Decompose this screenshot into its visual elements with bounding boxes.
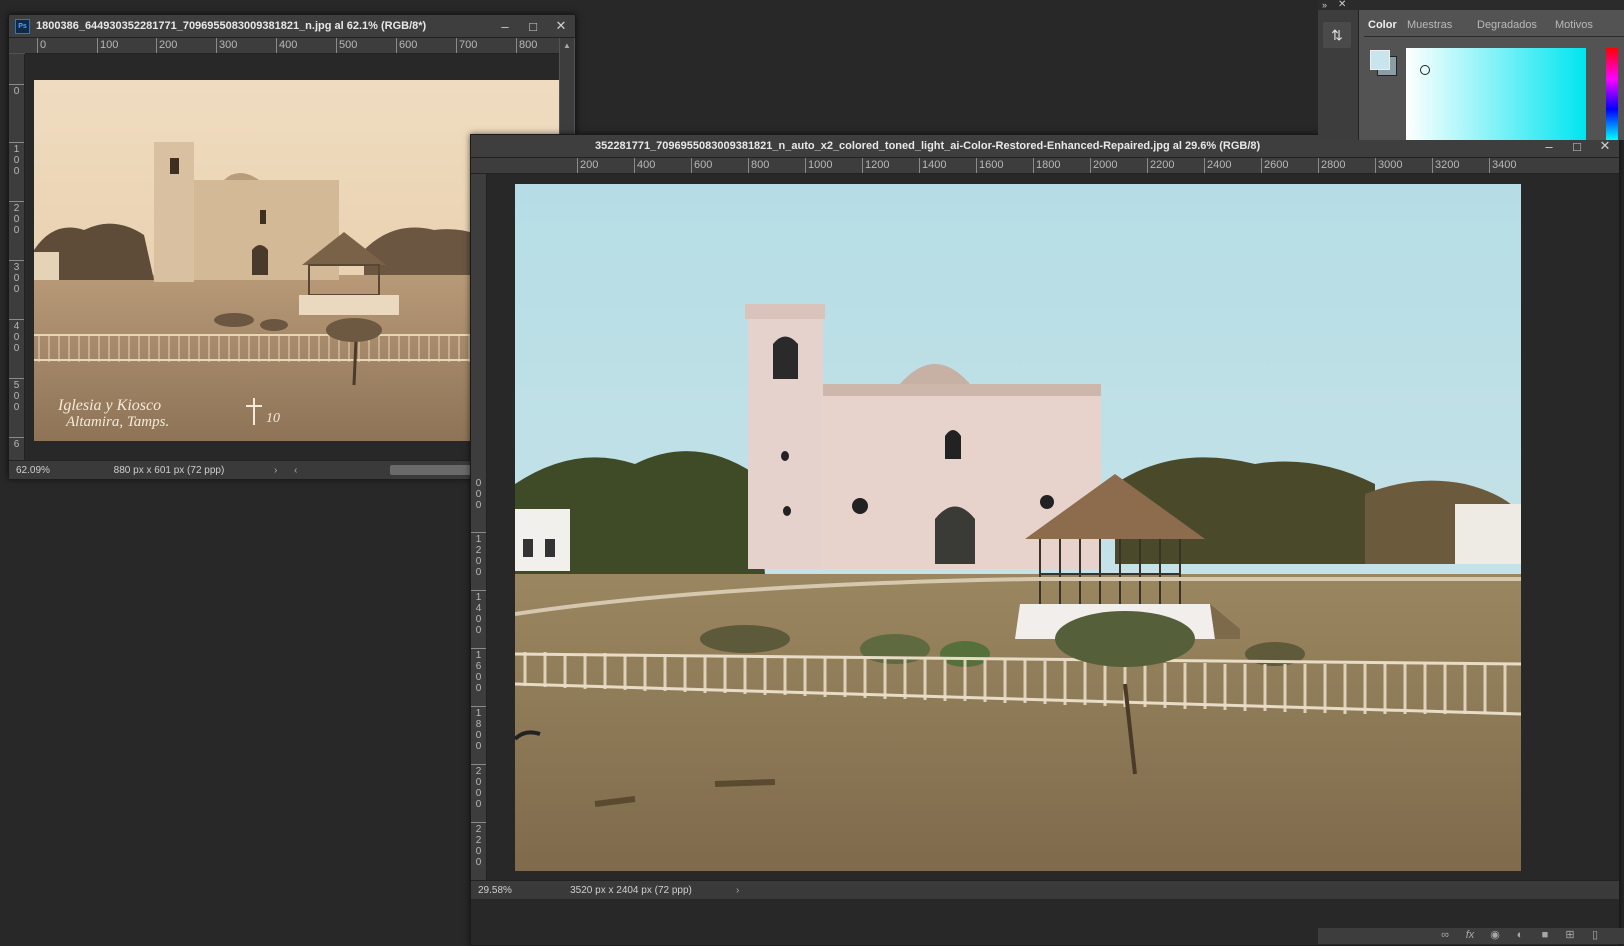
left-vertical-ruler[interactable]: 0 1 0 0 2 0 0 3 0 0 4 0 0 5 0 0 6	[9, 54, 25, 460]
ruler-label: 1 0 0	[13, 144, 20, 177]
foreground-color-swatch[interactable]	[1370, 50, 1390, 70]
ruler-label: 4 0 0	[13, 321, 20, 354]
tab-degradados[interactable]: Degradados	[1477, 14, 1537, 36]
right-canvas-area[interactable]	[487, 174, 1619, 926]
ruler-label: 100	[97, 38, 118, 53]
photo-number: 10	[266, 411, 280, 426]
ruler-label: 0	[37, 38, 46, 53]
ruler-label: 800	[748, 158, 769, 173]
ruler-label: 0 0 0	[475, 478, 482, 511]
minimize-icon[interactable]: –	[491, 15, 519, 37]
new-layer-icon[interactable]: ⊞	[1563, 929, 1577, 941]
ruler-label: 1800	[1033, 158, 1060, 173]
ruler-label: 2 0 0	[13, 203, 20, 236]
ruler-label: 3400	[1489, 158, 1516, 173]
scroll-up-icon[interactable]: ▲	[563, 41, 571, 50]
color-picker-field[interactable]	[1406, 48, 1586, 140]
document-info[interactable]: 3520 px x 2404 px (72 ppp)	[526, 885, 736, 896]
ruler-label: 1 2 0 0	[475, 534, 482, 578]
ruler-label: 2400	[1204, 158, 1231, 173]
ruler-label: 300	[216, 38, 237, 53]
trash-icon[interactable]: ▯	[1588, 929, 1602, 941]
ruler-label: 2200	[1147, 158, 1174, 173]
folder-icon[interactable]: ■	[1538, 929, 1552, 941]
panel-icon-strip: ⇅	[1318, 10, 1359, 140]
layers-bottom-toolbar: ∞ fx ◉ ◐ ■ ⊞ ▯	[1318, 928, 1624, 944]
fx-icon[interactable]: fx	[1463, 929, 1477, 941]
ruler-label: 500	[336, 38, 357, 53]
ruler-label: 3 0 0	[13, 262, 20, 295]
ruler-label: 600	[396, 38, 417, 53]
ruler-label: 200	[577, 158, 598, 173]
left-window-titlebar[interactable]: Ps 1800386_644930352281771_7096955083009…	[9, 15, 575, 38]
ruler-label: 400	[276, 38, 297, 53]
left-window-title: 1800386_644930352281771_7096955083009381…	[36, 20, 427, 32]
ruler-label: 1400	[919, 158, 946, 173]
ruler-label: 2600	[1261, 158, 1288, 173]
close-icon[interactable]: ✕	[1338, 0, 1346, 10]
double-chevron-icon[interactable]: »	[1322, 0, 1327, 10]
status-menu-arrow-icon[interactable]: ›	[274, 465, 294, 476]
colorized-photo[interactable]	[515, 184, 1521, 871]
ruler-label: 2800	[1318, 158, 1345, 173]
color-picker-cursor[interactable]	[1420, 65, 1430, 75]
ruler-label: 400	[634, 158, 655, 173]
maximize-icon[interactable]: □	[519, 15, 547, 37]
ruler-label: 0	[13, 86, 20, 97]
mask-icon[interactable]: ◉	[1488, 929, 1502, 941]
right-document-window[interactable]: 352281771_7096955083009381821_n_auto_x2_…	[470, 134, 1620, 946]
hue-slider[interactable]	[1606, 48, 1618, 140]
scroll-left-icon[interactable]: ‹	[294, 465, 310, 476]
photoshop-icon: Ps	[15, 18, 30, 34]
left-horizontal-ruler[interactable]: 0 100 200 300 400 500 600 700 800	[25, 38, 559, 54]
ruler-label: 5 0 0	[13, 380, 20, 413]
ruler-label: 1 6 0 0	[475, 650, 482, 694]
zoom-level[interactable]: 62.09%	[9, 465, 64, 476]
ruler-label: 1200	[862, 158, 889, 173]
tab-muestras[interactable]: Muestras	[1407, 14, 1452, 36]
ruler-label: 2 0 0 0	[475, 766, 482, 810]
ruler-label: 600	[691, 158, 712, 173]
ruler-label: 1000	[805, 158, 832, 173]
right-horizontal-ruler[interactable]: 200 400 600 800 1000 1200 1400 1600 1800…	[471, 158, 1619, 174]
right-vertical-ruler[interactable]: 0 0 0 1 2 0 0 1 4 0 0 1 6 0 0 1 8 0 0 2 …	[471, 174, 487, 926]
tab-color[interactable]: Color	[1368, 14, 1397, 36]
status-menu-arrow-icon[interactable]: ›	[736, 885, 756, 896]
link-icon[interactable]: ∞	[1438, 929, 1452, 941]
ruler-label: 200	[156, 38, 177, 53]
tab-motivos[interactable]: Motivos	[1555, 14, 1593, 36]
ruler-label: 6	[13, 439, 20, 450]
ruler-label: 3000	[1375, 158, 1402, 173]
photo-caption-line1: Iglesia y Kiosco	[57, 397, 161, 414]
panel-swap-icon[interactable]: ⇅	[1323, 22, 1351, 48]
right-window-title: 352281771_7096955083009381821_n_auto_x2_…	[595, 140, 1261, 152]
right-status-bar: 29.58% 3520 px x 2404 px (72 ppp) ›	[471, 880, 1619, 899]
photo-caption-line2: Altamira, Tamps.	[65, 414, 169, 430]
ruler-label: 2000	[1090, 158, 1117, 173]
ruler-origin[interactable]	[9, 38, 25, 53]
adjustment-icon[interactable]: ◐	[1513, 929, 1527, 941]
zoom-level[interactable]: 29.58%	[471, 885, 526, 896]
ruler-label: 3200	[1432, 158, 1459, 173]
ruler-label: 2 2 0 0	[475, 824, 482, 868]
ruler-label: 1600	[976, 158, 1003, 173]
ruler-label: 1 8 0 0	[475, 708, 482, 752]
close-icon[interactable]: ✕	[547, 15, 575, 37]
ruler-label: 700	[456, 38, 477, 53]
document-info[interactable]: 880 px x 601 px (72 ppp)	[64, 465, 274, 476]
ruler-label: 1 4 0 0	[475, 592, 482, 636]
right-panel-dock: » ✕ ⇅ Color Muestras Degradados Motivos	[1318, 0, 1624, 140]
left-horizontal-scroll-thumb[interactable]	[390, 465, 482, 475]
ruler-label: 800	[516, 38, 537, 53]
